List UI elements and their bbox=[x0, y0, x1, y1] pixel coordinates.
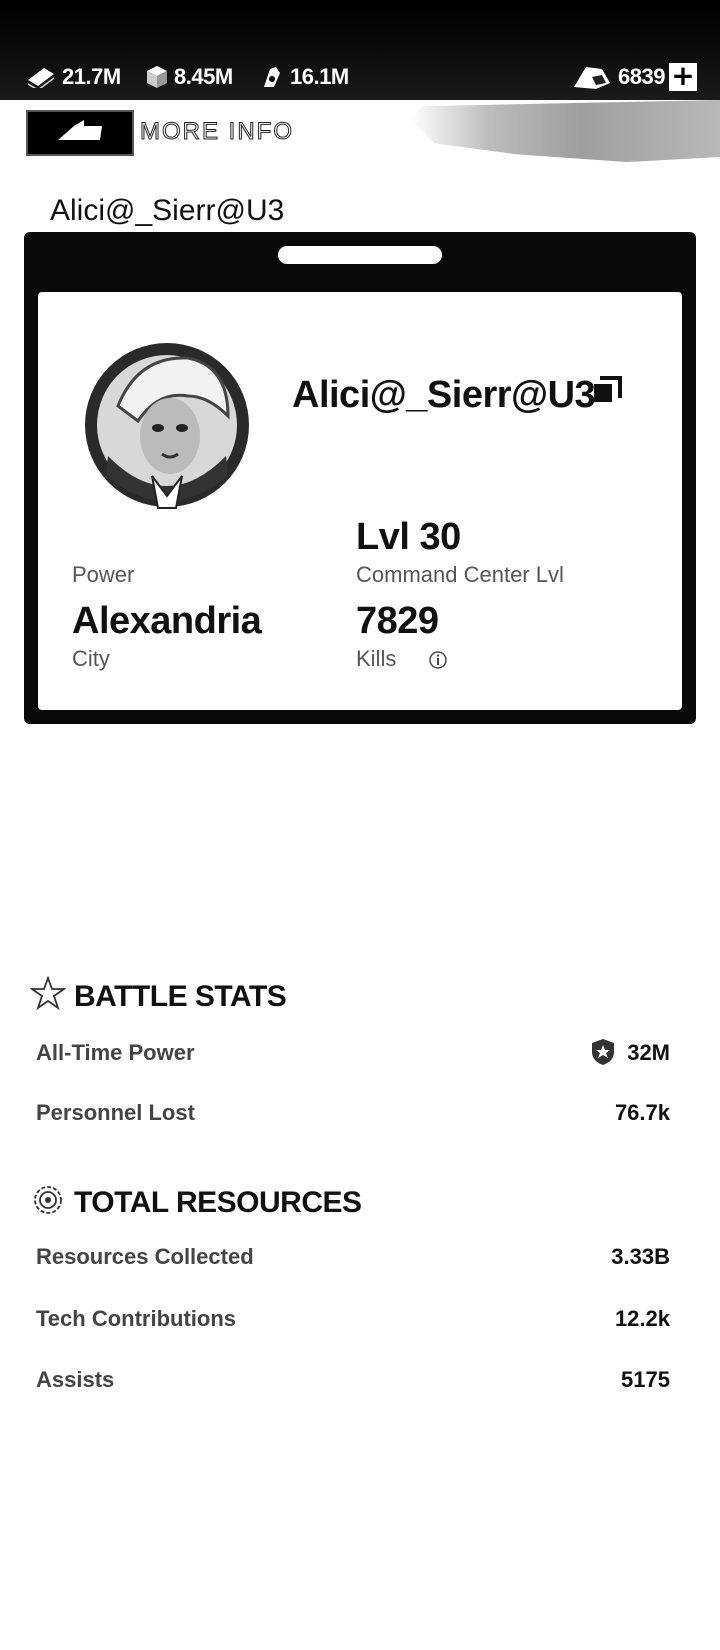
power-shield-icon bbox=[592, 1039, 614, 1065]
resource-cash-value: 21.7M bbox=[62, 64, 121, 89]
card-handle[interactable] bbox=[278, 246, 442, 264]
resource-cash[interactable]: 21.7M bbox=[26, 62, 121, 92]
page-player-name: Alici@_Sierr@U3 bbox=[50, 194, 285, 227]
resource-bar: 21.7M 8.45M 16.1M 6839 + bbox=[0, 0, 720, 100]
kills-label: Kills bbox=[356, 646, 397, 671]
add-currency-button[interactable]: + bbox=[669, 62, 697, 91]
stat-value-resources-collected: 3.33B bbox=[611, 1244, 670, 1269]
profile-card-body: Alici@_Sierr@U3 Lvl 30 Command Center Lv… bbox=[38, 292, 682, 710]
kills-value: 7829 bbox=[356, 600, 439, 642]
player-name: Alici@_Sierr@U3 bbox=[292, 374, 596, 416]
crate-icon bbox=[147, 66, 167, 88]
stat-value-personnel-lost: 76.7k bbox=[614, 1100, 670, 1125]
resource-fuel-value: 16.1M bbox=[290, 64, 349, 89]
premium-currency-value: 6839 bbox=[618, 64, 665, 89]
header-brush-decoration bbox=[410, 100, 720, 162]
back-button[interactable] bbox=[26, 110, 134, 156]
premium-currency[interactable]: 6839 bbox=[572, 62, 665, 92]
city-label: City bbox=[72, 646, 110, 671]
stat-value-all-time-power: 32M bbox=[627, 1040, 670, 1065]
more-info-title: MORE INFO bbox=[140, 118, 294, 146]
stat-label-personnel-lost: Personnel Lost bbox=[36, 1100, 195, 1125]
power-label: Power bbox=[72, 562, 135, 587]
fuel-icon bbox=[264, 67, 280, 87]
back-arrow-icon bbox=[58, 120, 102, 140]
stat-value-assists: 5175 bbox=[621, 1367, 670, 1392]
resource-fuel[interactable]: 16.1M bbox=[260, 62, 349, 92]
stat-label-all-time-power: All-Time Power bbox=[36, 1040, 195, 1065]
gear-icon bbox=[34, 1186, 62, 1214]
profile-card: Alici@_Sierr@U3 Lvl 30 Command Center Lv… bbox=[24, 232, 696, 724]
total-resources-title: TOTAL RESOURCES bbox=[74, 1186, 362, 1219]
stat-value-tech-contributions: 12.2k bbox=[614, 1306, 670, 1331]
stat-label-tech-contributions: Tech Contributions bbox=[36, 1306, 237, 1331]
resource-crate-value: 8.45M bbox=[174, 64, 233, 89]
star-icon bbox=[30, 976, 66, 1011]
stat-label-resources-collected: Resources Collected bbox=[36, 1244, 254, 1269]
gem-icon bbox=[574, 67, 610, 89]
avatar[interactable] bbox=[78, 336, 256, 514]
cash-icon bbox=[28, 68, 54, 88]
command-center-level-value: Lvl 30 bbox=[356, 516, 461, 558]
stat-label-assists: Assists bbox=[36, 1367, 115, 1392]
resource-crate[interactable]: 8.45M bbox=[146, 62, 233, 92]
command-center-level-label: Command Center Lvl bbox=[356, 562, 564, 587]
city-value: Alexandria bbox=[72, 600, 262, 642]
info-icon[interactable] bbox=[428, 650, 448, 670]
copy-icon[interactable] bbox=[592, 376, 622, 406]
battle-stats-title: BATTLE STATS bbox=[74, 980, 287, 1013]
